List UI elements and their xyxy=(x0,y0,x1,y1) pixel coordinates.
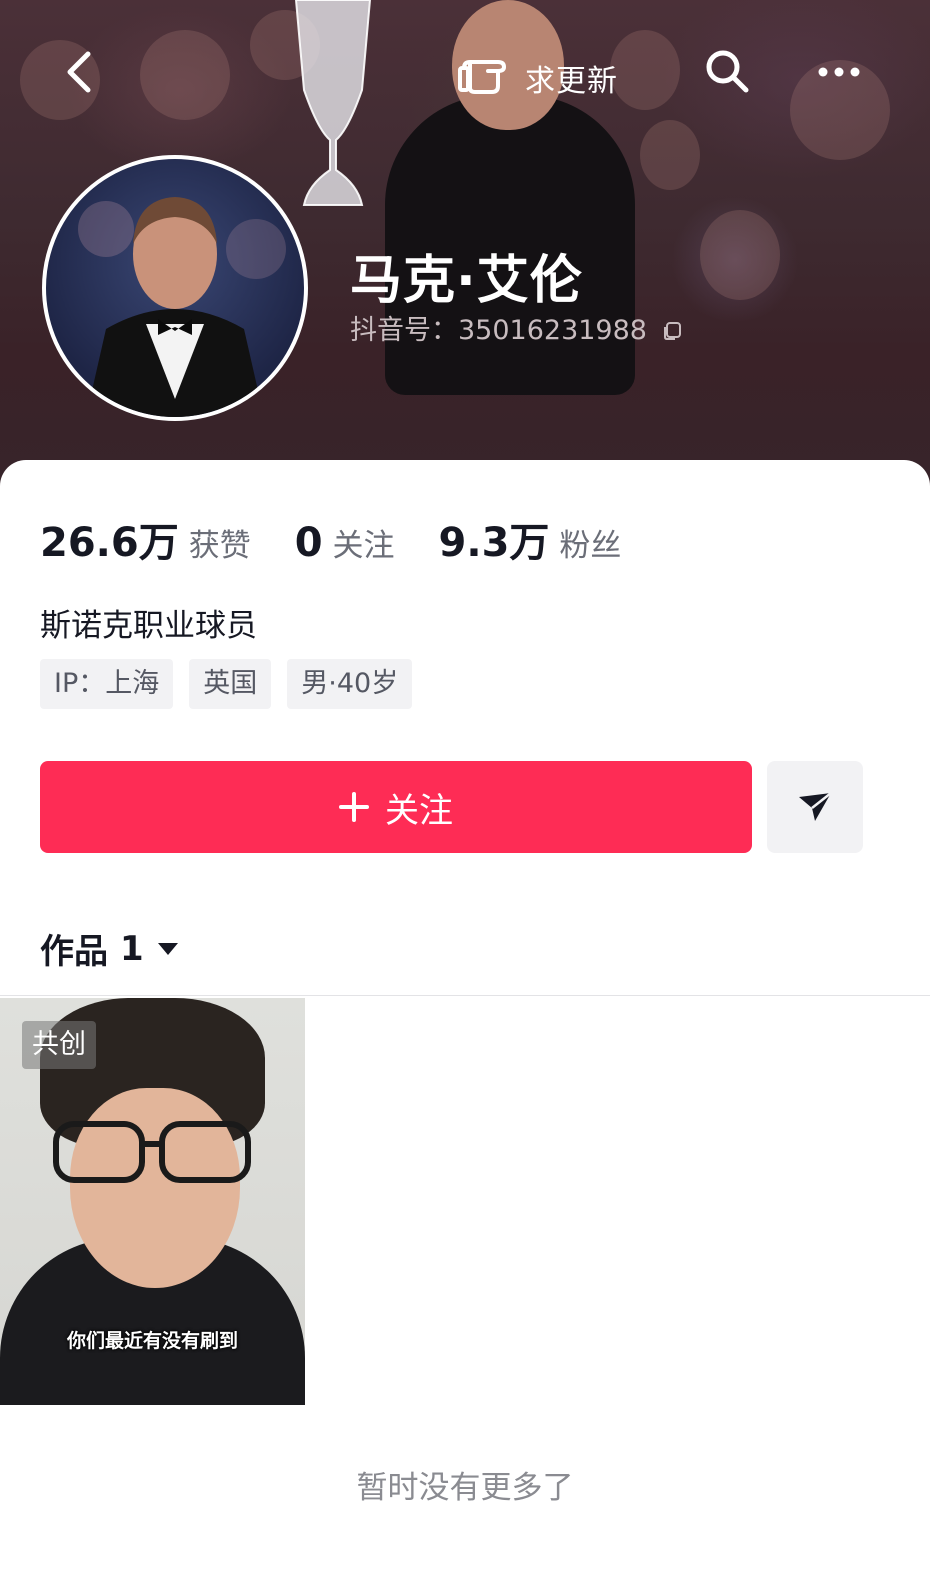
following-label[interactable]: 关注 xyxy=(333,520,395,565)
copy-icon[interactable] xyxy=(662,321,682,341)
bio: 斯诺克职业球员 xyxy=(40,608,257,644)
works-tab-label: 作品 xyxy=(40,932,108,972)
trophy-image xyxy=(294,0,372,206)
works-count: 1 xyxy=(120,928,144,969)
cocreate-badge: 共创 xyxy=(22,1021,96,1069)
hand-point-icon[interactable] xyxy=(458,50,514,94)
follow-button[interactable]: 关注 xyxy=(40,761,752,853)
search-icon[interactable] xyxy=(704,48,750,94)
gender-age-tag: 男·40岁 xyxy=(287,659,413,709)
back-icon[interactable] xyxy=(60,50,100,94)
follow-button-label: 关注 xyxy=(385,790,453,831)
share-icon xyxy=(799,792,832,821)
ip-location-tag: IP：上海 xyxy=(40,659,174,709)
country-tag: 英国 xyxy=(189,659,272,709)
request-update-button[interactable]: 求更新 xyxy=(525,56,618,100)
avatar-image xyxy=(78,197,286,417)
followers-label[interactable]: 粉丝 xyxy=(559,520,621,565)
followers-count[interactable]: 9.3万 xyxy=(439,510,550,568)
douyin-id-text: 抖音号：35016231988 xyxy=(350,315,647,346)
display-name: 马克·艾伦 xyxy=(350,251,583,311)
end-of-list-text: 暂时没有更多了 xyxy=(356,1470,574,1506)
avatar[interactable] xyxy=(42,155,308,421)
plus-icon xyxy=(339,792,369,822)
more-icon[interactable] xyxy=(815,60,863,84)
tab-works[interactable]: 作品 1 xyxy=(40,924,180,973)
thumbnail-glasses xyxy=(53,1121,251,1183)
video-caption: 你们最近有没有刷到 xyxy=(66,1330,238,1352)
likes-label: 获赞 xyxy=(188,528,251,564)
caret-down-icon[interactable] xyxy=(156,941,180,957)
divider xyxy=(0,995,930,996)
douyin-id[interactable]: 抖音号：35016231988 xyxy=(350,308,682,347)
following-count[interactable]: 0 xyxy=(295,520,323,566)
likes-count: 26.6万 xyxy=(40,520,179,566)
share-button[interactable] xyxy=(767,761,863,853)
profile-tags: IP：上海 英国 男·40岁 xyxy=(40,659,428,709)
stats-row: 26.6万 获赞 0 关注 9.3万 粉丝 xyxy=(40,510,665,566)
